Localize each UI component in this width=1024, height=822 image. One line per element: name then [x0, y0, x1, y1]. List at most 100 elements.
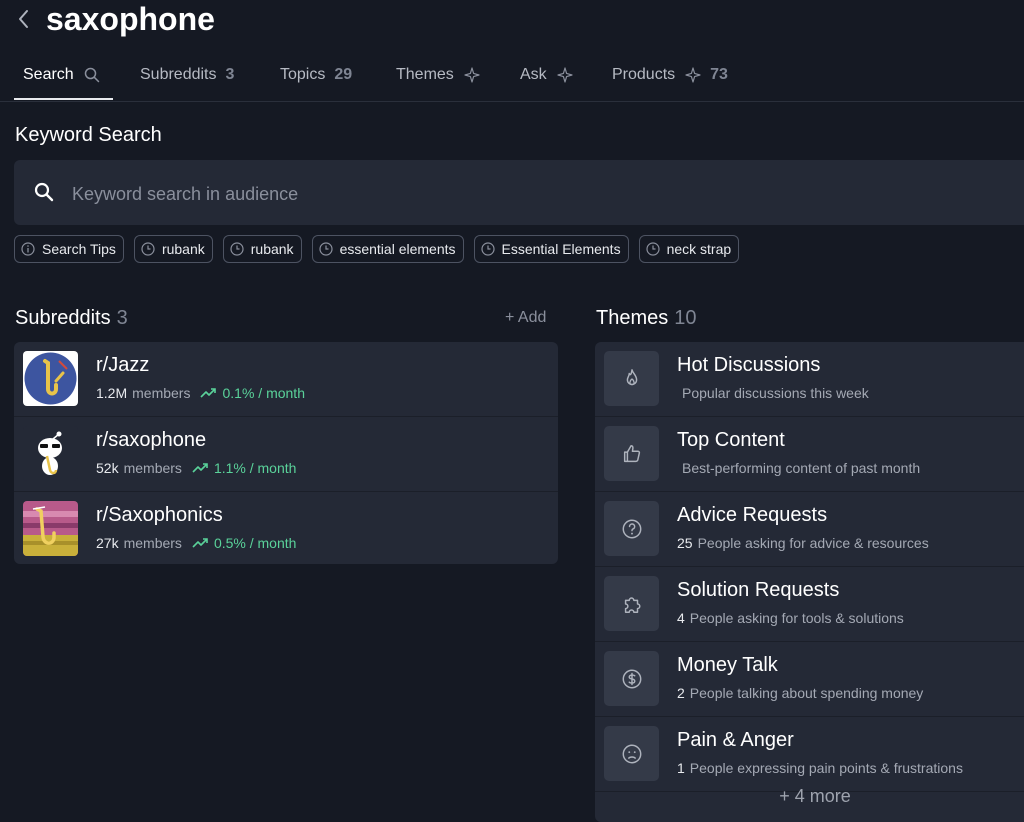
- tab-products[interactable]: Products 73: [612, 60, 728, 90]
- theme-description: 1 People expressing pain points & frustra…: [677, 760, 963, 776]
- theme-desc-text: People asking for tools & solutions: [689, 610, 904, 626]
- pill-label: Essential Elements: [501, 241, 621, 257]
- sad-face-icon: [604, 726, 659, 781]
- theme-desc-text: People expressing pain points & frustrat…: [689, 760, 963, 776]
- theme-description: 2 People talking about spending money: [677, 685, 923, 701]
- trending-up-icon: [192, 538, 208, 548]
- theme-list: Hot Discussions Popular discussions this…: [595, 342, 1024, 822]
- members-label: members: [123, 535, 182, 551]
- theme-desc-text: People talking about spending money: [689, 685, 924, 701]
- active-tab-indicator: [14, 98, 113, 100]
- search-icon: [84, 67, 100, 83]
- search-icon: [34, 182, 54, 202]
- theme-description: 25 People asking for advice & resources: [677, 535, 929, 551]
- member-count: 1.2M: [96, 385, 128, 401]
- clock-icon: [645, 242, 660, 256]
- clock-icon: [480, 242, 495, 256]
- theme-description: Best-performing content of past month: [677, 460, 920, 476]
- subreddit-avatar: [23, 426, 78, 481]
- recent-search-pill[interactable]: rubank: [133, 235, 213, 263]
- subreddit-name: r/saxophone: [96, 429, 207, 451]
- thumbs-up-icon: [604, 426, 659, 481]
- pill-label: essential elements: [339, 241, 456, 257]
- subreddit-meta: 52k members 1.1% / month: [96, 460, 296, 476]
- page-title: saxophone: [46, 1, 215, 37]
- theme-description: 4 People asking for tools & solutions: [677, 610, 904, 626]
- theme-money-talk[interactable]: Money Talk 2 People talking about spendin…: [595, 642, 1024, 717]
- trending-up-icon: [192, 463, 208, 473]
- theme-name: Money Talk: [677, 654, 778, 676]
- section-title: Subreddits: [15, 307, 111, 329]
- subreddit-row[interactable]: r/Jazz 1.2M members 0.1% / month: [14, 342, 558, 417]
- theme-count: 1: [677, 760, 685, 776]
- subreddit-row[interactable]: r/Saxophonics 27k members 0.5% / month: [14, 492, 558, 564]
- tab-count: 73: [710, 66, 728, 83]
- section-count: 10: [674, 307, 697, 329]
- tab-topics[interactable]: Topics 29: [280, 60, 352, 90]
- growth-value: 0.5% / month: [213, 535, 297, 551]
- pill-label: rubank: [250, 241, 294, 257]
- theme-count: 4: [677, 610, 685, 626]
- pill-label: neck strap: [666, 241, 732, 257]
- theme-desc-text: Best-performing content of past month: [682, 460, 921, 476]
- info-icon: [21, 242, 35, 256]
- show-more-themes-button[interactable]: + 4 more: [595, 786, 1024, 822]
- question-icon: [604, 501, 659, 556]
- subreddits-heading: Subreddits 3: [15, 305, 128, 331]
- sparkle-icon: [557, 67, 573, 83]
- recent-search-pill[interactable]: essential elements: [311, 235, 464, 263]
- growth-value: 1.1% / month: [213, 460, 297, 476]
- subreddit-row[interactable]: r/saxophone 52k members 1.1% / month: [14, 417, 558, 492]
- theme-solution-requests[interactable]: Solution Requests 4 People asking for too…: [595, 567, 1024, 642]
- sparkle-icon: [464, 67, 480, 83]
- dollar-icon: [604, 651, 659, 706]
- members-label: members: [132, 385, 191, 401]
- section-title: Themes: [596, 307, 669, 329]
- add-subreddit-button[interactable]: + Add: [505, 309, 546, 327]
- recent-search-pill[interactable]: Essential Elements: [473, 235, 629, 263]
- themes-heading: Themes 10: [596, 305, 697, 331]
- theme-name: Pain & Anger: [677, 729, 794, 751]
- search-tips-pill[interactable]: Search Tips: [14, 235, 124, 263]
- subreddit-name: r/Jazz: [96, 354, 150, 376]
- subreddit-meta: 1.2M members 0.1% / month: [96, 385, 305, 401]
- puzzle-icon: [604, 576, 659, 631]
- subreddit-meta: 27k members 0.5% / month: [96, 535, 296, 551]
- member-count: 27k: [96, 535, 119, 551]
- theme-advice-requests[interactable]: Advice Requests 25 People asking for advi…: [595, 492, 1024, 567]
- tab-ask[interactable]: Ask: [520, 60, 573, 90]
- tab-bar: Search Subreddits 3 Topics 29 Themes Ask…: [0, 50, 1024, 102]
- clock-icon: [230, 242, 244, 256]
- subreddit-name: r/Saxophonics: [96, 504, 223, 526]
- member-count: 52k: [96, 460, 119, 476]
- tab-search[interactable]: Search: [23, 60, 100, 90]
- keyword-search-input[interactable]: [70, 178, 974, 210]
- tab-label: Ask: [520, 66, 547, 83]
- members-label: members: [123, 460, 182, 476]
- sparkle-icon: [685, 67, 701, 83]
- recent-search-pill[interactable]: rubank: [222, 235, 302, 263]
- tab-label: Topics: [280, 66, 326, 83]
- back-button[interactable]: [14, 6, 34, 32]
- growth-indicator: 0.1% / month: [200, 385, 305, 401]
- tab-label: Themes: [396, 66, 454, 83]
- theme-top-content[interactable]: Top Content Best-performing content of p…: [595, 417, 1024, 492]
- theme-count: 2: [677, 685, 685, 701]
- theme-pain-anger[interactable]: Pain & Anger 1 People expressing pain poi…: [595, 717, 1024, 792]
- tab-subreddits[interactable]: Subreddits 3: [140, 60, 234, 90]
- recent-search-pill[interactable]: neck strap: [638, 235, 740, 263]
- growth-indicator: 0.5% / month: [192, 535, 297, 551]
- tab-count: 3: [225, 66, 235, 83]
- theme-description: Popular discussions this week: [677, 385, 869, 401]
- trending-up-icon: [200, 388, 217, 398]
- clock-icon: [141, 242, 155, 256]
- clock-icon: [318, 242, 333, 256]
- theme-name: Top Content: [677, 429, 785, 451]
- subreddit-avatar: [23, 351, 78, 406]
- tab-themes[interactable]: Themes: [396, 60, 480, 90]
- theme-count: 25: [677, 535, 693, 551]
- tab-count: 29: [334, 66, 353, 83]
- theme-hot-discussions[interactable]: Hot Discussions Popular discussions this…: [595, 342, 1024, 417]
- pill-label: Search Tips: [42, 241, 116, 257]
- keyword-search-heading: Keyword Search: [15, 124, 162, 146]
